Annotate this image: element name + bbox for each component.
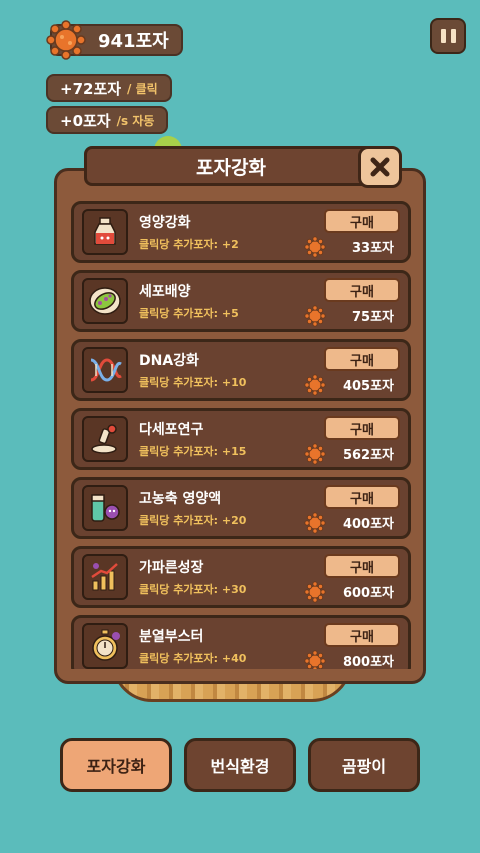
auto-rate-badge: +0포자 /s 자동 [46,106,169,134]
item-name: 고농축 영양액 [139,491,222,507]
item-price: 800포자 [342,655,394,669]
potion-icon [94,217,116,245]
spore-coin-icon [304,650,326,669]
auto-rate-unit: /s 자동 [116,113,155,128]
close-icon [370,157,390,177]
item-name: 영양강화 [139,215,191,231]
spore-coin-icon [304,236,326,258]
petri-dish-icon [89,287,121,315]
spore-icon [46,20,86,60]
item-desc: 클릭당 추가포자: +40 [139,652,247,665]
dna-icon [90,358,122,382]
upgrade-popup: 영양강화 클릭당 추가포자: +2 구매 33포자 세포배양 클릭당 추가포자:… [54,168,426,684]
item-price: 405포자 [342,379,394,394]
item-price: 600포자 [342,586,394,601]
click-rate-value: +72포자 [60,79,122,98]
buy-button[interactable]: 구매 [324,554,400,578]
pause-button[interactable] [430,18,466,54]
growth-chart-icon [91,563,118,591]
spore-count: 941포자 [98,31,169,52]
upgrade-list[interactable]: 영양강화 클릭당 추가포자: +2 구매 33포자 세포배양 클릭당 추가포자:… [71,195,411,669]
buy-button[interactable]: 구매 [324,278,400,302]
pause-icon [440,29,446,43]
upgrade-item: 영양강화 클릭당 추가포자: +2 구매 33포자 [71,201,411,263]
item-price: 33포자 [351,241,394,256]
item-desc: 클릭당 추가포자: +30 [139,583,247,596]
buy-button[interactable]: 구매 [324,416,400,440]
item-desc: 클릭당 추가포자: +10 [139,376,247,389]
spore-coin-icon [304,374,326,396]
auto-rate-value: +0포자 [60,111,111,130]
buy-button[interactable]: 구매 [324,347,400,371]
item-name: 다세포연구 [139,422,204,438]
upgrade-item: 고농축 영양액 클릭당 추가포자: +20 구매 400포자 [71,477,411,539]
click-rate-unit: / 클릭 [127,81,158,96]
item-name: 세포배양 [139,284,191,300]
item-desc: 클릭당 추가포자: +20 [139,514,247,527]
item-name: 분열부스터 [139,629,204,645]
buy-button[interactable]: 구매 [324,623,400,647]
item-desc: 클릭당 추가포자: +15 [139,445,247,458]
upgrade-item: 다세포연구 클릭당 추가포자: +15 구매 562포자 [71,408,411,470]
spore-coin-icon [304,443,326,465]
item-name: 가파른성장 [139,560,204,576]
nav-mold-button[interactable]: 곰팡이 [308,738,420,792]
upgrade-item: 가파른성장 클릭당 추가포자: +30 구매 600포자 [71,546,411,608]
buy-button[interactable]: 구매 [324,485,400,509]
nutrient-jar-icon [91,494,120,522]
item-price: 400포자 [342,517,394,532]
spore-coin-icon [304,512,326,534]
buy-button[interactable]: 구매 [324,209,400,233]
close-button[interactable] [358,146,402,188]
spore-coin-icon [304,305,326,327]
upgrade-item: 분열부스터 클릭당 추가포자: +40 구매 800포자 [71,615,411,669]
spore-coin-icon [304,581,326,603]
microscope-icon [91,424,117,454]
upgrade-item: 세포배양 클릭당 추가포자: +5 구매 75포자 [71,270,411,332]
item-name: DNA강화 [139,353,199,369]
popup-title: 포자강화 [84,146,378,186]
nav-upgrade-button[interactable]: 포자강화 [60,738,172,792]
item-price: 75포자 [351,310,394,325]
item-desc: 클릭당 추가포자: +5 [139,307,239,320]
nav-environment-button[interactable]: 번식환경 [184,738,296,792]
item-desc: 클릭당 추가포자: +2 [139,238,239,251]
stopwatch-icon [92,629,120,661]
upgrade-item: DNA강화 클릭당 추가포자: +10 구매 405포자 [71,339,411,401]
item-price: 562포자 [342,448,394,463]
click-rate-badge: +72포자 / 클릭 [46,74,172,102]
